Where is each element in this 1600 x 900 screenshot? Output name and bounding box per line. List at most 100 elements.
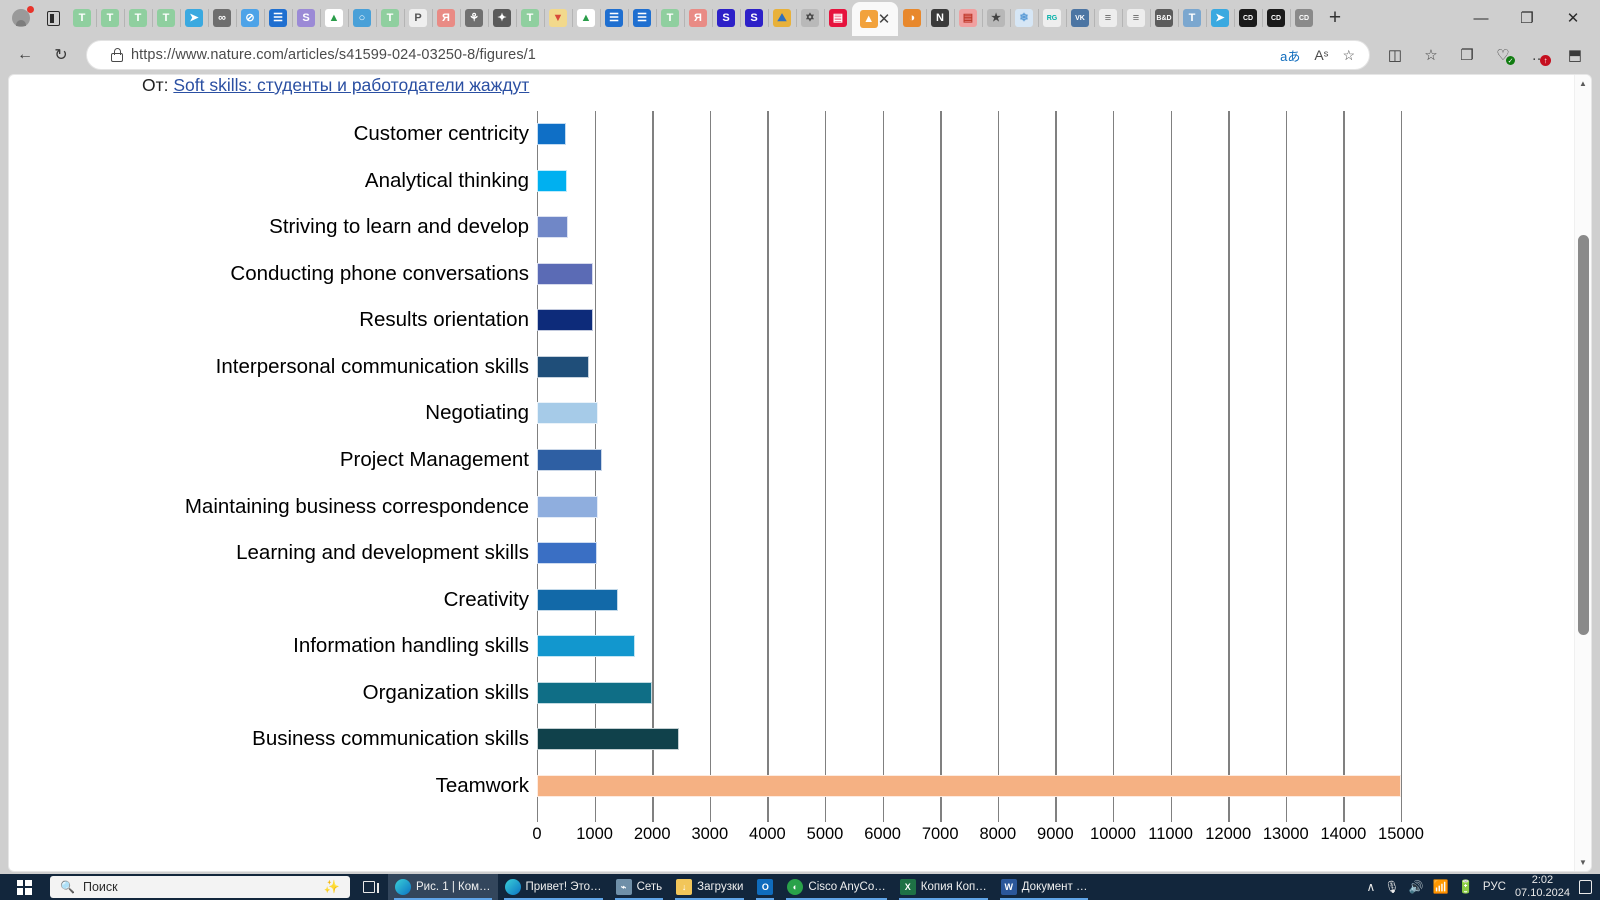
tab-zen[interactable]: ⊘ (236, 3, 264, 33)
taskbar-app-network[interactable]: ⌁ Сеть (609, 874, 670, 900)
tab-favicon-icon: ✡ (801, 9, 819, 27)
maximize-button[interactable]: ❐ (1504, 0, 1550, 36)
language-indicator[interactable]: РУС (1483, 881, 1506, 893)
tab-cd-2[interactable]: CD (1262, 3, 1290, 33)
tab-t-letter[interactable]: T (1178, 3, 1206, 33)
collections-icon[interactable]: ❐ (1450, 40, 1484, 70)
tab-sber[interactable]: S (292, 3, 320, 33)
tab-mail[interactable]: ▼ (544, 3, 572, 33)
tab-favicon-icon: Я (437, 9, 455, 27)
split-screen-icon[interactable]: ◫ (1378, 40, 1412, 70)
tab-tinkoff-5[interactable]: T (376, 3, 404, 33)
notifications-icon[interactable] (1579, 880, 1592, 894)
tab-cd-1[interactable]: CD (1234, 3, 1262, 33)
wifi-icon[interactable]: 📶 (1433, 879, 1449, 895)
tab-tinkoff-2[interactable]: T (96, 3, 124, 33)
close-window-button[interactable]: ✕ (1550, 0, 1596, 36)
profile-alert-badge (27, 6, 34, 13)
sidebar-toggle-icon[interactable]: ⬒ (1558, 40, 1592, 70)
tab-tinkoff-4[interactable]: T (152, 3, 180, 33)
search-placeholder: Поиск (82, 880, 118, 894)
favorite-add-icon[interactable]: ☆ (1342, 47, 1355, 64)
tab-nature-red[interactable]: ▤ (824, 3, 852, 33)
copilot-sparkle-icon[interactable]: ✨ (324, 879, 340, 895)
battery-icon[interactable]: 🔋 (1458, 879, 1474, 895)
scrollbar-thumb[interactable] (1578, 235, 1589, 635)
favorites-icon[interactable]: ☆ (1414, 40, 1448, 70)
tab-drive-2[interactable]: ▲ (572, 3, 600, 33)
category-label: Information handling skills (293, 634, 529, 658)
tab-cyberleninka[interactable]: ∞ (208, 3, 236, 33)
tab-tinkoff-6[interactable]: T (516, 3, 544, 33)
tab-close-icon[interactable]: ✕ (878, 10, 891, 28)
tab-sber-3[interactable]: S (740, 3, 768, 33)
tab-tinkoff-1[interactable]: T (68, 3, 96, 33)
taskbar-search-box[interactable]: 🔍 Поиск ✨ (50, 876, 350, 898)
profile-button[interactable] (4, 3, 38, 33)
tab-tinkoff-3[interactable]: T (124, 3, 152, 33)
tab-document-3[interactable]: ☰ (628, 3, 656, 33)
browser-essentials-icon[interactable]: ♡ ✓ (1486, 40, 1520, 70)
microphone-icon[interactable]: 🎙 (1384, 880, 1399, 894)
tab-scholar[interactable]: ✦ (488, 3, 516, 33)
x-axis-tick-label: 10000 (1090, 825, 1136, 843)
task-view-button[interactable] (350, 874, 388, 900)
tab-notion[interactable]: N (926, 3, 954, 33)
new-tab-button[interactable]: + (1318, 3, 1352, 33)
clock[interactable]: 2:02 07.10.2024 (1515, 874, 1570, 899)
figure-source-link[interactable]: Soft skills: студенты и работодатели жаж… (173, 75, 529, 95)
x-axis-tick-label: 11000 (1148, 825, 1193, 843)
back-button[interactable]: ← (8, 40, 42, 70)
bar (537, 355, 589, 378)
taskbar-app-edge-figure[interactable]: Рис. 1 | Ком… (388, 874, 498, 900)
active-tab[interactable]: ▲ ✕ (852, 2, 898, 36)
taskbar-app-label: Привет! Это… (525, 881, 602, 893)
tab-snowflake[interactable]: ❄ (1010, 3, 1038, 33)
clock-date: 07.10.2024 (1514, 887, 1570, 899)
taskbar-app-excel[interactable]: X Копия Коп… (893, 874, 994, 900)
tab-messenger[interactable]: ○ (348, 3, 376, 33)
tab-gallery[interactable]: ⛰ (768, 3, 796, 33)
tab-bnd[interactable]: B&D (1150, 3, 1178, 33)
tab-telegram-2[interactable]: ➤ (1206, 3, 1234, 33)
taskbar-app-outlook[interactable]: O (750, 874, 780, 900)
bar (537, 588, 618, 611)
taskbar-app-label: Копия Коп… (920, 881, 987, 893)
tab-vk[interactable]: VK (1066, 3, 1094, 33)
taskbar-app-word[interactable]: W Документ … (994, 874, 1095, 900)
tab-elibrary[interactable]: ⚘ (460, 3, 488, 33)
tab-researchgate[interactable]: RG (1038, 3, 1066, 33)
scroll-down-arrow-icon[interactable]: ▼ (1575, 854, 1591, 871)
tab-article-sketch[interactable]: ✡ (796, 3, 824, 33)
tab-firefox[interactable]: ◑ (898, 3, 926, 33)
vertical-scrollbar[interactable]: ▲ ▼ (1574, 75, 1591, 871)
tab-document-1[interactable]: ☰ (264, 3, 292, 33)
tab-rp-journal[interactable]: P (404, 3, 432, 33)
tab-drive-1[interactable]: ▲ (320, 3, 348, 33)
tab-favorite-star[interactable]: ★ (982, 3, 1010, 33)
scroll-up-arrow-icon[interactable]: ▲ (1575, 75, 1591, 92)
tab-portal-2[interactable]: ≡ (1122, 3, 1150, 33)
read-aloud-icon[interactable]: Aˢ (1314, 47, 1328, 63)
vertical-tabs-button[interactable] (38, 3, 68, 33)
tray-overflow-icon[interactable]: ∧ (1367, 880, 1376, 894)
address-bar[interactable]: https://www.nature.com/articles/s41599-0… (86, 40, 1370, 70)
taskbar-app-cisco[interactable]: ◐ Cisco AnyCo… (780, 874, 892, 900)
translate-icon[interactable]: aあ (1280, 46, 1300, 65)
tab-yandex-1[interactable]: Я (432, 3, 460, 33)
start-button[interactable] (0, 874, 48, 900)
volume-icon[interactable]: 🔊 (1409, 880, 1424, 894)
tab-sber-2[interactable]: S (712, 3, 740, 33)
tab-cd-3[interactable]: CD (1290, 3, 1318, 33)
tab-yandex-2[interactable]: Я (684, 3, 712, 33)
taskbar-app-edge-privet[interactable]: Привет! Это… (498, 874, 609, 900)
tab-document-2[interactable]: ☰ (600, 3, 628, 33)
refresh-button[interactable]: ↻ (44, 40, 78, 70)
settings-more-icon[interactable]: … ↑ (1522, 40, 1556, 70)
tab-tinkoff-7[interactable]: T (656, 3, 684, 33)
tab-excel-sheet[interactable]: ▤ (954, 3, 982, 33)
tab-telegram[interactable]: ➤ (180, 3, 208, 33)
tab-portal-1[interactable]: ≡ (1094, 3, 1122, 33)
minimize-button[interactable]: — (1458, 0, 1504, 36)
taskbar-app-downloads[interactable]: ↓ Загрузки (669, 874, 750, 900)
